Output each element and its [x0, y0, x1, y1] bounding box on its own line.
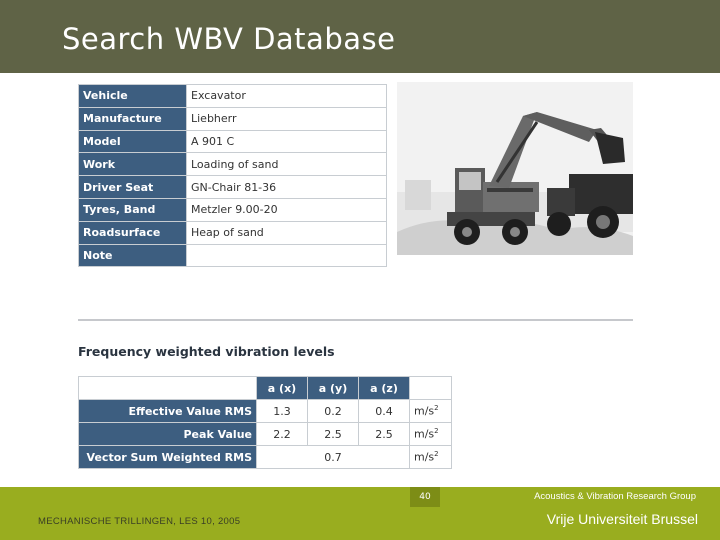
info-label: Vehicle	[78, 84, 187, 108]
unit-text: m/s	[414, 427, 435, 441]
university-label: Vrije Universiteit Brussel	[546, 511, 698, 527]
value-y: 0.2	[307, 399, 359, 423]
unit-header	[409, 376, 452, 400]
table-row: Work Loading of sand	[78, 152, 387, 177]
info-label: Tyres, Band	[78, 197, 187, 222]
value-z: 0.4	[358, 399, 410, 423]
table-row: Tyres, Band Metzler 9.00-20	[78, 197, 387, 222]
table-row: Driver Seat GN-Chair 81-36	[78, 175, 387, 199]
header-blank	[78, 376, 257, 400]
unit-text: m/s	[414, 404, 435, 418]
value-x: 1.3	[256, 399, 308, 423]
slide-title: Search WBV Database	[62, 22, 396, 56]
section-divider	[78, 319, 633, 321]
column-header: a (x)	[256, 376, 308, 400]
table-row: Note	[78, 243, 387, 268]
excavator-icon	[397, 82, 633, 255]
column-header: a (z)	[358, 376, 410, 400]
row-label: Vector Sum Weighted RMS	[78, 445, 257, 469]
value-x: 2.2	[256, 422, 308, 446]
value-z: 2.5	[358, 422, 410, 446]
table-row: Effective Value RMS 1.3 0.2 0.4 m/s2	[78, 399, 452, 423]
unit-cell: m/s2	[409, 422, 452, 446]
info-label: Roadsurface	[78, 220, 187, 245]
unit-exponent: 2	[434, 450, 439, 459]
info-value: Loading of sand	[186, 152, 387, 177]
unit-exponent: 2	[434, 404, 439, 413]
table-row: Peak Value 2.2 2.5 2.5 m/s2	[78, 422, 452, 446]
table-row: Vehicle Excavator	[78, 84, 387, 108]
vector-sum-value: 0.7	[256, 445, 410, 469]
info-value: Liebherr	[186, 106, 387, 131]
footer-bar: 40 MECHANISCHE TRILLINGEN, LES 10, 2005 …	[0, 487, 720, 540]
unit-text: m/s	[414, 450, 435, 464]
table-row: Manufacture Liebherr	[78, 106, 387, 131]
vibration-table: a (x) a (y) a (z) Effective Value RMS 1.…	[78, 376, 452, 469]
info-label: Work	[78, 152, 187, 177]
table-row: Roadsurface Heap of sand	[78, 220, 387, 245]
column-header: a (y)	[307, 376, 359, 400]
title-bar: Search WBV Database	[0, 0, 720, 73]
info-value: GN-Chair 81-36	[186, 175, 387, 199]
info-value: A 901 C	[186, 129, 387, 154]
row-label: Peak Value	[78, 422, 257, 446]
table-row: Vector Sum Weighted RMS 0.7 m/s2	[78, 445, 452, 469]
info-label: Manufacture	[78, 106, 187, 131]
info-value	[186, 243, 387, 268]
table-row: Model A 901 C	[78, 129, 387, 154]
vehicle-info-table: Vehicle Excavator Manufacture Liebherr M…	[78, 84, 387, 268]
value-y: 2.5	[307, 422, 359, 446]
course-label: MECHANISCHE TRILLINGEN, LES 10, 2005	[38, 516, 241, 527]
table-header-row: a (x) a (y) a (z)	[78, 376, 452, 400]
section-heading: Frequency weighted vibration levels	[78, 344, 335, 359]
info-value: Heap of sand	[186, 220, 387, 245]
unit-exponent: 2	[434, 427, 439, 436]
info-label: Note	[78, 243, 187, 268]
info-value: Excavator	[186, 84, 387, 108]
info-value: Metzler 9.00-20	[186, 197, 387, 222]
excavator-photo	[397, 82, 633, 255]
row-label: Effective Value RMS	[78, 399, 257, 423]
unit-cell: m/s2	[409, 399, 452, 423]
unit-cell: m/s2	[409, 445, 452, 469]
info-label: Driver Seat	[78, 175, 187, 199]
research-group-label: Acoustics & Vibration Research Group	[534, 491, 696, 502]
info-label: Model	[78, 129, 187, 154]
page-number: 40	[410, 487, 440, 507]
